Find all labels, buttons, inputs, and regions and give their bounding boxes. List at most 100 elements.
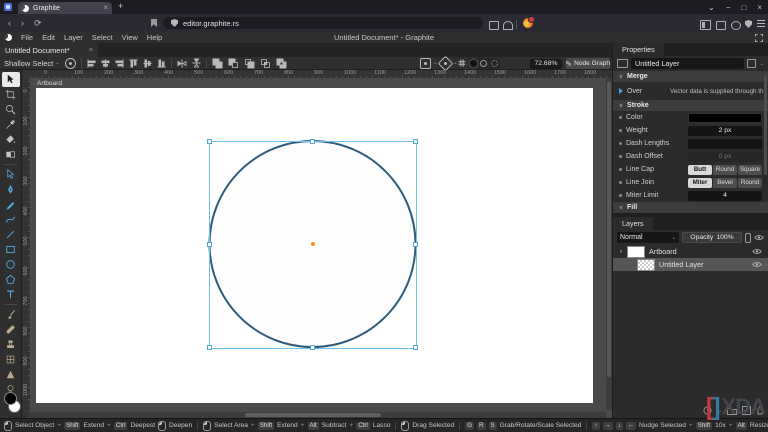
line-cap-round[interactable]: Round	[713, 164, 737, 175]
tool-detail[interactable]	[2, 367, 20, 382]
tool-pen[interactable]	[2, 182, 20, 197]
adblock-shield-icon[interactable]	[745, 20, 752, 28]
tool-rectangle[interactable]	[2, 242, 20, 257]
working-colors[interactable]	[2, 392, 21, 416]
selection-handle[interactable]	[310, 139, 315, 144]
layer-row-artboard[interactable]: ∨ Artboard	[613, 245, 768, 258]
boolean-subtract-back-icon[interactable]	[244, 58, 255, 69]
panel-scrollbar[interactable]	[764, 75, 767, 175]
boolean-difference-icon[interactable]	[276, 58, 287, 69]
line-join-bevel[interactable]: Bevel	[713, 177, 737, 188]
tool-line[interactable]	[2, 227, 20, 242]
url-bar[interactable]: editor.graphite.rs	[163, 17, 483, 29]
fullscreen-icon[interactable]	[755, 34, 763, 42]
selection-handle[interactable]	[207, 345, 212, 350]
scrollbar-thumb[interactable]	[607, 82, 611, 377]
tool-fill[interactable]	[2, 132, 20, 147]
tab-close-icon[interactable]: ×	[103, 4, 108, 12]
align-bottom-icon[interactable]	[157, 59, 166, 68]
menu-file[interactable]: File	[21, 33, 33, 42]
selection-handle[interactable]	[310, 345, 315, 350]
viewport[interactable]: 0 100 200 300 400 500 600 700 800 900 1000 1100 1200…	[22, 70, 626, 418]
tool-patch[interactable]	[2, 352, 20, 367]
tool-select[interactable]	[1, 72, 20, 87]
picture-in-picture-icon[interactable]	[489, 21, 499, 30]
tool-spline[interactable]	[2, 212, 20, 227]
flip-vertical-icon[interactable]	[192, 58, 201, 68]
tool-navigate[interactable]	[2, 102, 20, 117]
url-text[interactable]: editor.graphite.rs	[183, 19, 239, 28]
miter-limit-input[interactable]: 4	[688, 190, 762, 201]
firefox-view-icon[interactable]	[4, 3, 12, 11]
layer-preview-icon[interactable]	[747, 59, 757, 68]
permissions-shield-icon[interactable]	[171, 19, 178, 27]
boolean-union-icon[interactable]	[212, 58, 223, 69]
line-join-round[interactable]: Round	[738, 177, 762, 188]
graphite-logo-icon[interactable]	[5, 34, 12, 41]
boolean-intersect-icon[interactable]	[260, 58, 271, 69]
hamburger-menu-icon[interactable]	[757, 20, 765, 27]
opacity-slider[interactable]: Opacity 100%	[682, 232, 742, 243]
menu-help[interactable]: Help	[147, 33, 162, 42]
tool-artboard[interactable]	[2, 87, 20, 102]
menu-edit[interactable]: Edit	[42, 33, 55, 42]
layer-name-input[interactable]: Untitled Layer	[631, 58, 745, 69]
selection-handle[interactable]	[207, 139, 212, 144]
document-tab[interactable]: Untitled Document* ×	[0, 43, 98, 57]
tool-freehand[interactable]	[2, 197, 20, 212]
extension-badge-icon[interactable]	[523, 16, 535, 28]
reload-icon[interactable]: ⟳	[34, 18, 42, 29]
tool-eyedropper[interactable]	[2, 117, 20, 132]
selection-mode-dropdown[interactable]: Shallow Select ⌄	[4, 59, 60, 68]
tool-polygon[interactable]	[2, 272, 20, 287]
primary-color-swatch[interactable]	[4, 392, 17, 405]
flip-horizontal-icon[interactable]	[177, 59, 187, 68]
tool-brush[interactable]	[2, 307, 20, 322]
align-left-icon[interactable]	[87, 59, 96, 68]
align-center-vertical-icon[interactable]	[143, 59, 152, 68]
scrollbar-thumb[interactable]	[245, 413, 381, 417]
new-tab-button[interactable]: +	[118, 1, 123, 11]
sidebar-toggle-icon[interactable]	[700, 20, 711, 30]
line-cap-butt[interactable]: Butt	[688, 164, 712, 175]
dash-lengths-input[interactable]	[688, 138, 762, 149]
account-icon[interactable]	[731, 21, 741, 30]
section-fill[interactable]: ∨ Fill	[613, 202, 768, 213]
visibility-eye-icon[interactable]	[752, 261, 762, 268]
chevron-down-icon[interactable]: ⌄	[759, 61, 764, 67]
forward-icon[interactable]: ›	[21, 18, 24, 28]
bookmark-icon[interactable]	[151, 19, 157, 27]
panel-icon[interactable]	[716, 21, 726, 30]
expand-chevron-icon[interactable]: ∨	[619, 249, 623, 255]
selection-handle[interactable]	[413, 345, 418, 350]
window-minimize-button[interactable]: −	[726, 3, 731, 12]
browser-tab[interactable]: Graphite ×	[18, 2, 112, 14]
visibility-eye-icon[interactable]	[752, 248, 762, 255]
tool-gradient[interactable]	[2, 147, 20, 162]
view-mode-pixels-icon[interactable]	[491, 60, 499, 67]
line-cap-square[interactable]: Square	[738, 164, 762, 175]
menu-view[interactable]: View	[122, 33, 138, 42]
document-tab-close-icon[interactable]: ×	[89, 47, 93, 54]
weight-input[interactable]: 2 px	[688, 125, 762, 136]
back-icon[interactable]: ‹	[8, 18, 11, 28]
view-mode-outline-icon[interactable]	[480, 60, 488, 67]
tab-layers[interactable]: Layers	[613, 217, 653, 230]
share-icon[interactable]	[503, 21, 513, 30]
visibility-eye-icon[interactable]	[754, 234, 764, 241]
tool-text[interactable]	[2, 287, 20, 302]
tab-properties[interactable]: Properties	[613, 43, 664, 56]
pivot-point[interactable]	[310, 242, 315, 246]
stroke-color-swatch[interactable]	[688, 112, 762, 123]
node-graph-button[interactable]: Node Graph	[566, 58, 610, 69]
tool-ellipse[interactable]	[2, 257, 20, 272]
tool-clone[interactable]	[2, 337, 20, 352]
blend-mode-dropdown[interactable]: Normal ⌄	[617, 232, 679, 243]
zoom-level-field[interactable]: 72.68%	[530, 58, 562, 69]
window-maximize-button[interactable]: □	[741, 3, 746, 12]
menu-layer[interactable]: Layer	[64, 33, 83, 42]
layer-row-untitled[interactable]: Untitled Layer	[613, 258, 768, 271]
tool-heal[interactable]	[2, 322, 20, 337]
selection-handle[interactable]	[207, 242, 212, 247]
pivot-reference-icon[interactable]	[64, 57, 76, 69]
